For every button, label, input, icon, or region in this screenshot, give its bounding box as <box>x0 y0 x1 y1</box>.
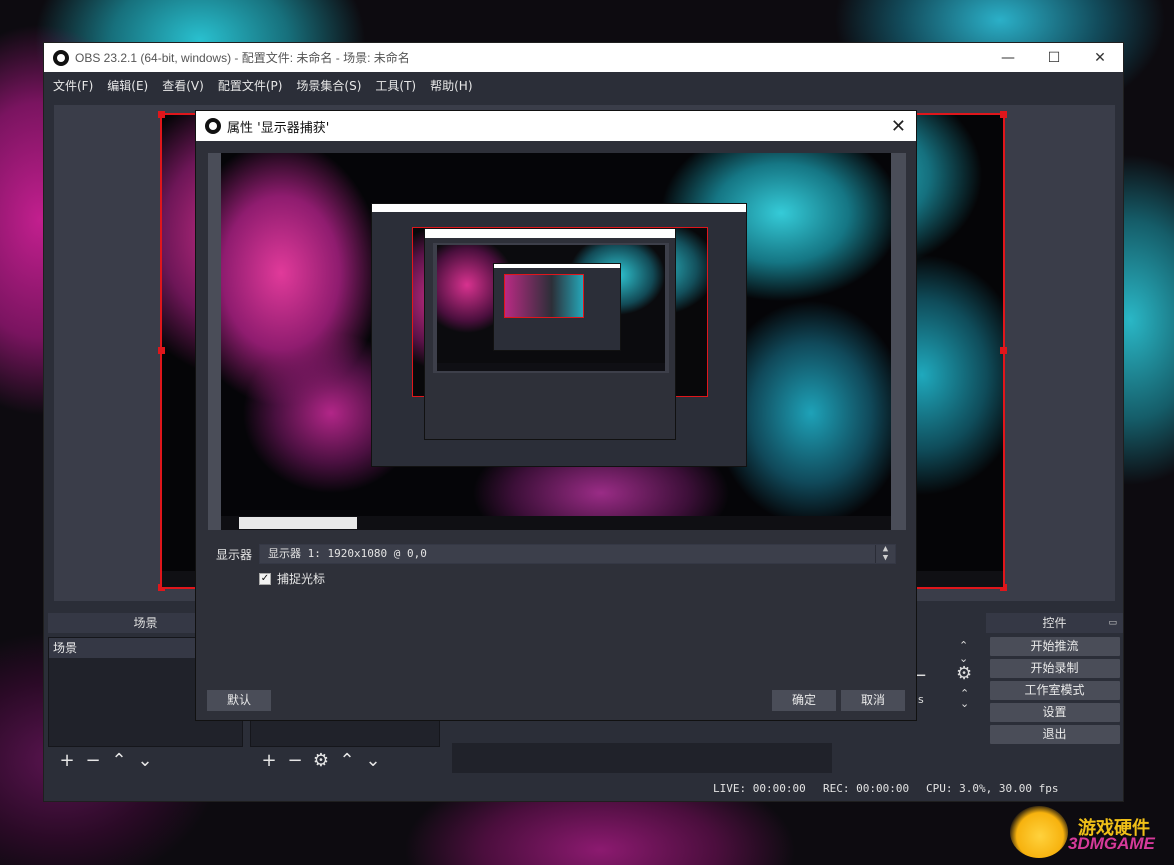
nested-properties-dialog <box>424 228 676 440</box>
dialog-preview <box>208 153 906 530</box>
display-field-row: 显示器 显示器 1: 1920x1080 @ 0,0 ▲ ▼ <box>216 544 896 564</box>
move-up-icon[interactable]: ⌃ <box>106 750 132 771</box>
add-source-icon[interactable]: + <box>256 750 282 771</box>
studio-mode-button[interactable]: 工作室模式 <box>989 681 1120 700</box>
start-streaming-button[interactable]: 开始推流 <box>989 637 1120 656</box>
rec-status: REC: 00:00:00 <box>823 782 910 795</box>
menu-file[interactable]: 文件(F) <box>48 77 98 94</box>
remove-source-icon[interactable]: − <box>282 750 308 771</box>
ok-button[interactable]: 确定 <box>772 690 836 711</box>
nested-obs-window <box>371 203 747 467</box>
dialog-titlebar[interactable]: 属性 '显示器捕获' ✕ <box>196 111 916 141</box>
controls-dock: 控件 ▭ 开始推流 开始录制 工作室模式 设置 退出 <box>986 613 1123 773</box>
capture-cursor-label: 捕捉光标 <box>277 572 326 586</box>
capture-cursor-row: ✓ 捕捉光标 <box>259 570 325 587</box>
minimize-button[interactable]: — <box>985 43 1031 72</box>
exit-button[interactable]: 退出 <box>989 725 1120 744</box>
resize-handle-tl[interactable] <box>158 111 165 118</box>
remove-scene-icon[interactable]: − <box>80 750 106 771</box>
settings-button[interactable]: 设置 <box>989 703 1120 722</box>
cancel-button[interactable]: 取消 <box>841 690 905 711</box>
resize-handle-left[interactable] <box>158 347 165 354</box>
gear-icon[interactable]: ⚙ <box>308 750 334 771</box>
menu-edit[interactable]: 编辑(E) <box>102 77 153 94</box>
live-status: LIVE: 00:00:00 <box>713 782 806 795</box>
menu-help[interactable]: 帮助(H) <box>425 77 477 94</box>
menu-scene-collection[interactable]: 场景集合(S) <box>291 77 366 94</box>
dialog-title: 属性 '显示器捕获' <box>227 120 330 136</box>
select-arrows-icon[interactable]: ▲ ▼ <box>875 545 895 563</box>
taskbar-search-box <box>239 517 357 529</box>
properties-dialog: 属性 '显示器捕获' ✕ 显示器 显示器 1: 1920x1080 @ 0,0 … <box>195 110 917 721</box>
maximize-button[interactable]: ☐ <box>1031 43 1077 72</box>
watermark-line2: 3DMGAME <box>1068 834 1155 853</box>
menu-view[interactable]: 查看(V) <box>157 77 209 94</box>
display-label: 显示器 <box>216 547 253 562</box>
watermark-logo: 游戏硬件 3DMGAME <box>1010 806 1170 860</box>
close-button[interactable]: ✕ <box>1077 43 1123 72</box>
menu-bar: 文件(F) 编辑(E) 查看(V) 配置文件(P) 场景集合(S) 工具(T) … <box>44 72 1123 98</box>
close-icon[interactable]: ✕ <box>891 116 906 137</box>
capture-taskbar <box>221 516 891 530</box>
move-down-icon[interactable]: ⌄ <box>360 750 386 771</box>
window-controls: — ☐ ✕ <box>985 43 1123 72</box>
capture-cursor-checkbox[interactable]: ✓ <box>259 572 271 585</box>
display-capture-preview <box>221 153 891 530</box>
resize-handle-tr[interactable] <box>1000 111 1007 118</box>
float-icon[interactable]: ▭ <box>1108 613 1117 633</box>
window-title: OBS 23.2.1 (64-bit, windows) - 配置文件: 未命名… <box>75 51 410 65</box>
window-titlebar[interactable]: OBS 23.2.1 (64-bit, windows) - 配置文件: 未命名… <box>44 43 1123 72</box>
stepper-arrows-icon[interactable]: ⌃ ⌄ <box>959 639 968 665</box>
controls-dock-title: 控件 ▭ <box>986 613 1123 633</box>
menu-tools[interactable]: 工具(T) <box>370 77 421 94</box>
status-bar: LIVE: 00:00:00 REC: 00:00:00 CPU: 3.0%, … <box>44 777 1123 801</box>
sources-toolbar: + − ⚙ ⌃ ⌄ <box>250 747 440 773</box>
scenes-toolbar: + − ⌃ ⌄ <box>48 747 243 773</box>
display-select[interactable]: 显示器 1: 1920x1080 @ 0,0 ▲ ▼ <box>259 544 896 564</box>
start-recording-button[interactable]: 开始录制 <box>989 659 1120 678</box>
menu-profile[interactable]: 配置文件(P) <box>213 77 288 94</box>
duck-mascot-icon <box>1010 806 1068 858</box>
defaults-button[interactable]: 默认 <box>207 690 271 711</box>
move-up-icon[interactable]: ⌃ <box>334 750 360 771</box>
obs-logo-icon <box>53 49 69 66</box>
resize-handle-right[interactable] <box>1000 347 1007 354</box>
obs-logo-icon <box>205 118 221 134</box>
duration-stepper-icon[interactable]: ⌃ ⌄ <box>960 688 969 709</box>
mixer-body <box>452 743 832 773</box>
add-scene-icon[interactable]: + <box>54 750 80 771</box>
cpu-status: CPU: 3.0%, 30.00 fps <box>926 782 1059 795</box>
move-down-icon[interactable]: ⌄ <box>132 750 158 771</box>
duration-suffix: s <box>918 693 924 706</box>
gear-icon[interactable]: ⚙ <box>956 663 972 684</box>
